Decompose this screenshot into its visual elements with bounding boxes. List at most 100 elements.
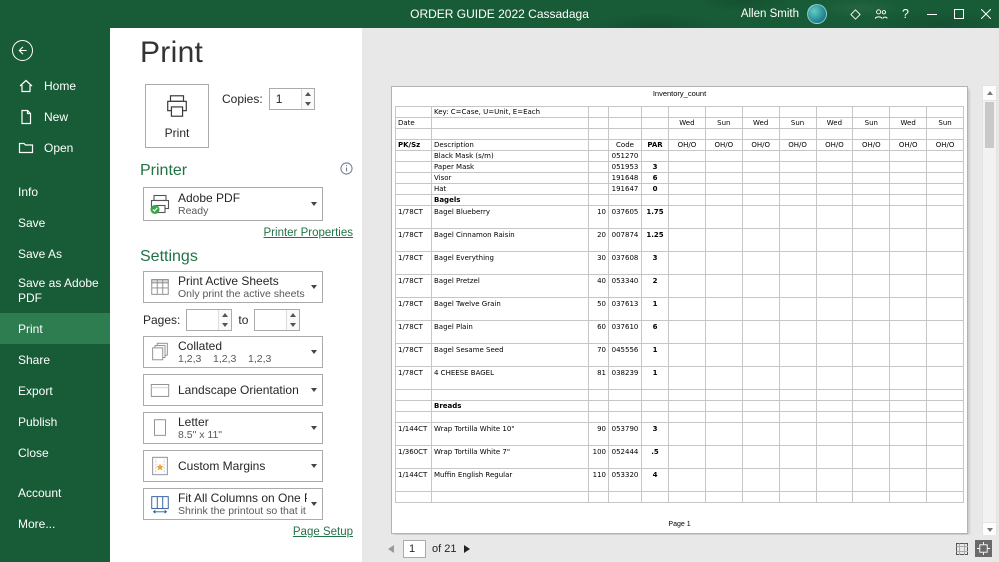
scrollbar-thumb[interactable]	[985, 102, 994, 148]
preview-cell	[741, 422, 780, 446]
maximize-button[interactable]	[945, 0, 972, 28]
preview-cell	[926, 468, 964, 492]
sidebar-item-account[interactable]: Account	[0, 477, 110, 508]
preview-cell	[852, 445, 891, 469]
sidebar-item-label: New	[44, 109, 69, 124]
page-setup-link[interactable]: Page Setup	[140, 526, 353, 539]
paper-size-text: Letter 8.5" x 11"	[178, 415, 307, 441]
sidebar-item-publish[interactable]: Publish	[0, 406, 110, 437]
user-name[interactable]: Allen Smith	[741, 8, 799, 20]
preview-cell	[852, 194, 891, 206]
margins-selector[interactable]: Custom Margins	[143, 450, 323, 482]
sidebar-item-info[interactable]: Info	[0, 176, 110, 207]
preview-cell: Breads	[431, 400, 589, 412]
sidebar-item-print[interactable]: Print	[0, 313, 110, 344]
print-what-selector[interactable]: Print Active Sheets Only print the activ…	[143, 271, 323, 303]
preview-cell	[641, 128, 669, 140]
print-button[interactable]: Print	[145, 84, 209, 148]
preview-row-item: Visor 191648 6	[395, 172, 964, 184]
pages-to-spinner	[286, 310, 300, 330]
copies-increment-button[interactable]	[302, 89, 314, 99]
preview-cell: Sun	[852, 117, 891, 129]
sidebar-divider	[0, 163, 110, 176]
sidebar-item-save[interactable]: Save	[0, 207, 110, 238]
scroll-up-button[interactable]	[983, 86, 996, 101]
show-margins-button[interactable]	[953, 540, 970, 557]
preview-cell	[395, 400, 432, 412]
preview-cell	[741, 274, 780, 298]
preview-cell	[815, 343, 854, 367]
copies-input[interactable]: 1	[268, 88, 315, 110]
pages-from-increment-button[interactable]	[219, 310, 231, 320]
preview-row-item: 1/78CT Bagel Sesame Seed 70 045556 1	[395, 343, 964, 367]
preview-cell: 90	[588, 422, 609, 446]
preview-cell	[889, 194, 928, 206]
orientation-selector[interactable]: Landscape Orientation	[143, 374, 323, 406]
sidebar-item-export[interactable]: Export	[0, 375, 110, 406]
next-page-button[interactable]	[464, 544, 471, 553]
sidebar-item-close[interactable]: Close	[0, 437, 110, 468]
preview-cell	[588, 128, 609, 140]
preview-cell	[668, 411, 706, 423]
sidebar-item-new[interactable]: New	[0, 101, 110, 132]
paper-size-selector[interactable]: Letter 8.5" x 11"	[143, 412, 323, 444]
preview-scrollbar[interactable]	[982, 85, 997, 538]
pages-from-decrement-button[interactable]	[219, 320, 231, 330]
ribbon-display-options-icon[interactable]	[843, 0, 868, 28]
preview-cell: 1	[641, 366, 669, 390]
titlebar: ORDER GUIDE 2022 Cassadaga Allen Smith ?	[0, 0, 999, 28]
printer-properties-link[interactable]: Printer Properties	[140, 227, 353, 240]
preview-cell: 1/78CT	[395, 274, 432, 298]
preview-cell: 1	[641, 297, 669, 321]
preview-cell	[704, 172, 743, 184]
preview-cell	[889, 274, 928, 298]
pages-to-decrement-button[interactable]	[287, 320, 299, 330]
minimize-button[interactable]	[918, 0, 945, 28]
preview-cell	[608, 400, 642, 412]
fit-columns-icon	[148, 492, 172, 516]
sidebar-item-save-as[interactable]: Save As	[0, 238, 110, 269]
preview-row-item: 1/78CT Bagel Plain 60 037610 6	[395, 320, 964, 344]
preview-cell	[704, 274, 743, 298]
copies-decrement-button[interactable]	[302, 99, 314, 109]
preview-cell	[778, 343, 817, 367]
sidebar-item-home[interactable]: Home	[0, 70, 110, 101]
pages-to-increment-button[interactable]	[287, 310, 299, 320]
collation-selector[interactable]: Collated 1,2,3 1,2,3 1,2,3	[143, 336, 323, 368]
pages-from-input[interactable]	[186, 309, 233, 331]
sidebar-item-save-as-adobe-pdf[interactable]: Save as Adobe PDF	[0, 269, 110, 313]
preview-cell	[588, 139, 609, 151]
printer-selector[interactable]: Adobe PDF Ready	[143, 187, 323, 221]
sidebar-item-share[interactable]: Share	[0, 344, 110, 375]
preview-cell: 1/78CT	[395, 228, 432, 252]
current-page-input[interactable]: 1	[403, 539, 426, 558]
preview-cell	[704, 366, 743, 390]
info-icon[interactable]	[340, 162, 353, 180]
preview-cell	[778, 128, 817, 140]
preview-cell	[741, 228, 780, 252]
preview-cell	[668, 366, 706, 390]
back-button[interactable]	[12, 40, 33, 61]
share-contacts-icon[interactable]	[868, 0, 893, 28]
preview-cell	[852, 389, 891, 401]
preview-cell	[926, 150, 964, 162]
close-button[interactable]	[972, 0, 999, 28]
help-icon[interactable]: ?	[893, 0, 918, 28]
preview-cell	[815, 411, 854, 423]
avatar[interactable]	[807, 4, 827, 24]
preview-cell	[815, 445, 854, 469]
preview-cell: 1/78CT	[395, 366, 432, 390]
preview-cell	[704, 445, 743, 469]
scaling-selector[interactable]: Fit All Columns on One Page Shrink the p…	[143, 488, 323, 520]
chevron-down-icon	[311, 285, 317, 289]
preview-cell	[741, 183, 780, 195]
sidebar-item-more[interactable]: More...	[0, 508, 110, 539]
previous-page-button[interactable]	[388, 544, 394, 553]
preview-row-item: 1/78CT Bagel Pretzel 40 053340 2	[395, 274, 964, 298]
sidebar-item-label: Home	[44, 78, 77, 93]
preview-cell: PAR	[641, 139, 669, 151]
pages-to-input[interactable]	[254, 309, 301, 331]
preview-cell	[926, 274, 964, 298]
zoom-to-page-button[interactable]	[975, 540, 992, 557]
sidebar-item-open[interactable]: Open	[0, 132, 110, 163]
